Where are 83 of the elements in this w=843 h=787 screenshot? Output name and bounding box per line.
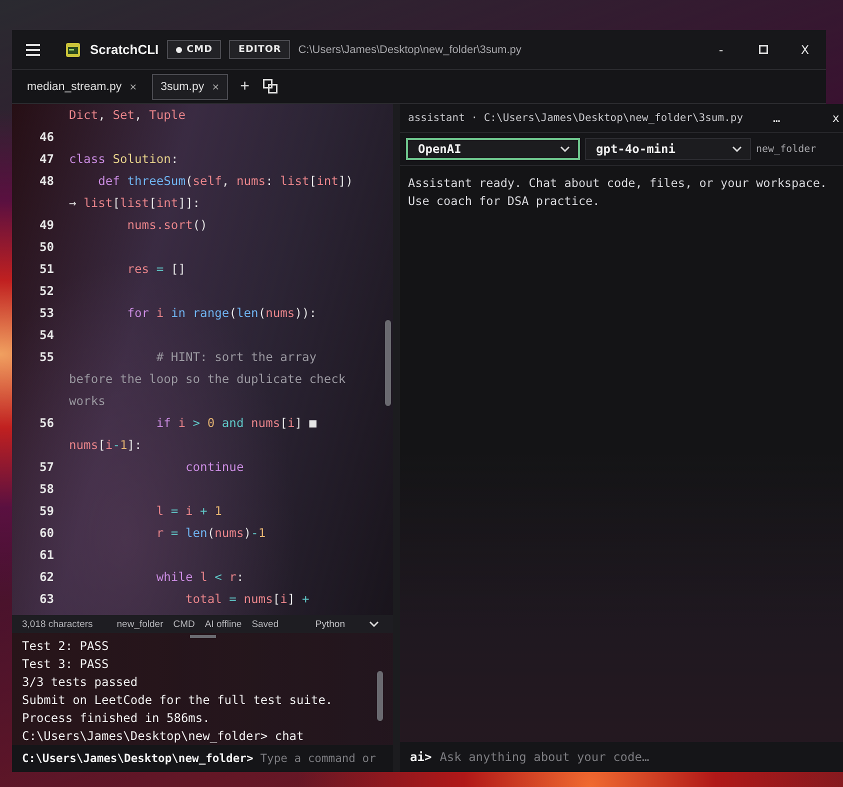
terminal-line: 3/3 tests passed	[22, 674, 138, 691]
provider-select[interactable]: OpenAI	[406, 138, 580, 160]
code-line: continue	[184, 460, 244, 474]
line-number: 62	[38, 570, 54, 584]
app-name: ScratchCLI	[90, 42, 159, 57]
code-line: nums.sort()	[126, 218, 208, 232]
code-line: works	[69, 394, 106, 408]
mode-button[interactable]: CMD	[166, 40, 222, 59]
code-line: → list[list[int]]:	[69, 196, 200, 210]
code-line: Dict, Set, Tuple	[69, 108, 186, 122]
line-number: 53	[38, 306, 54, 320]
file-tab[interactable]: 3sum.py ×	[152, 74, 228, 100]
tab-label: median_stream.py	[27, 80, 122, 92]
line-number: 58	[38, 482, 54, 496]
command-input[interactable]: Type a command or	[260, 752, 393, 765]
code-line: r = len(nums)-1	[155, 526, 266, 540]
status-item: AI offline	[204, 618, 242, 630]
chat-prompt: ai>	[410, 750, 432, 764]
line-number: 54	[38, 328, 54, 342]
minimize-button[interactable]: -	[700, 38, 742, 62]
terminal-line: Test 2: PASS	[22, 638, 109, 655]
code-line: while l < r:	[155, 570, 244, 584]
file-path: C:\Users\James\Desktop\new_folder\3sum.py	[298, 44, 522, 56]
chevron-down-icon	[732, 146, 742, 152]
status-item: 3,018 characters	[22, 618, 93, 630]
line-number: 55	[38, 350, 54, 364]
scrollbar-thumb[interactable]	[377, 671, 383, 721]
chat-input[interactable]: Ask anything about your code…	[440, 750, 843, 764]
code-line: before the loop so the duplicate check	[69, 372, 346, 386]
line-number: 52	[38, 284, 54, 298]
language-select[interactable]: Python	[315, 618, 379, 630]
chevron-down-icon	[369, 621, 379, 627]
line-number: 60	[38, 526, 54, 540]
code-line: total = nums[i] +	[184, 592, 310, 606]
code-line: def threeSum(self, nums: list[int])	[97, 174, 353, 188]
line-number: 48	[38, 174, 54, 188]
maximize-icon	[758, 45, 768, 54]
minimize-button[interactable]: …	[767, 111, 786, 125]
status-item: CMD	[173, 618, 195, 630]
line-number: 47	[38, 152, 54, 166]
tab-close-button[interactable]: ×	[130, 80, 137, 94]
code-line: if i > 0 and nums[i] ■	[155, 416, 317, 430]
code-line: l = i + 1	[155, 504, 222, 518]
new-tab-button[interactable]: +	[234, 78, 256, 96]
line-number: 51	[38, 262, 54, 276]
line-number: 57	[38, 460, 54, 474]
command-prompt: C:\Users\James\Desktop\new_folder>	[22, 752, 254, 765]
line-number: 61	[38, 548, 54, 562]
terminal-line: Submit on LeetCode for the full test suite.	[22, 692, 333, 709]
scrollbar-thumb[interactable]	[385, 320, 391, 406]
line-number: 46	[38, 130, 54, 144]
panel-title: assistant · C:\Users\James\Desktop\new_folder\3sum.py	[408, 112, 744, 124]
mode-button[interactable]: EDITOR	[229, 40, 290, 59]
chevron-down-icon	[560, 146, 570, 152]
close-button[interactable]: X	[784, 38, 826, 62]
menu-icon[interactable]	[26, 44, 40, 56]
folder-label: new_folder	[756, 144, 816, 154]
code-line: class Solution:	[69, 152, 178, 166]
line-number: 59	[38, 504, 54, 518]
terminal-line: Test 3: PASS	[22, 656, 109, 673]
terminal-line: C:\Users\James\Desktop\new_folder> chat	[22, 728, 304, 745]
code-line: # HINT: sort the array	[155, 350, 317, 364]
status-dot-icon	[176, 46, 182, 52]
split-view-icon[interactable]	[263, 79, 278, 94]
file-tab[interactable]: median_stream.py ×	[18, 74, 146, 100]
close-button[interactable]: x	[826, 111, 843, 125]
line-number: 49	[38, 218, 54, 232]
status-item: new_folder	[116, 618, 164, 630]
model-select[interactable]: gpt-4o-mini	[585, 138, 751, 160]
code-line: for i in range(len(nums)):	[126, 306, 317, 320]
assistant-message: Use coach for DSA practice.	[408, 193, 600, 210]
code-line: nums[i-1]:	[69, 438, 142, 452]
tab-label: 3sum.py	[160, 80, 204, 92]
terminal-line: Process finished in 586ms.	[22, 710, 210, 727]
assistant-message: Assistant ready. Chat about code, files, or your workspace.	[408, 175, 828, 192]
line-number: 56	[38, 416, 54, 430]
line-number: 63	[38, 592, 54, 606]
resize-handle[interactable]	[190, 635, 216, 638]
app-logo-icon	[66, 42, 80, 56]
status-item: Saved	[252, 618, 279, 630]
tab-close-button[interactable]: ×	[212, 80, 220, 94]
code-line: res = []	[126, 262, 186, 276]
line-number: 50	[38, 240, 54, 254]
